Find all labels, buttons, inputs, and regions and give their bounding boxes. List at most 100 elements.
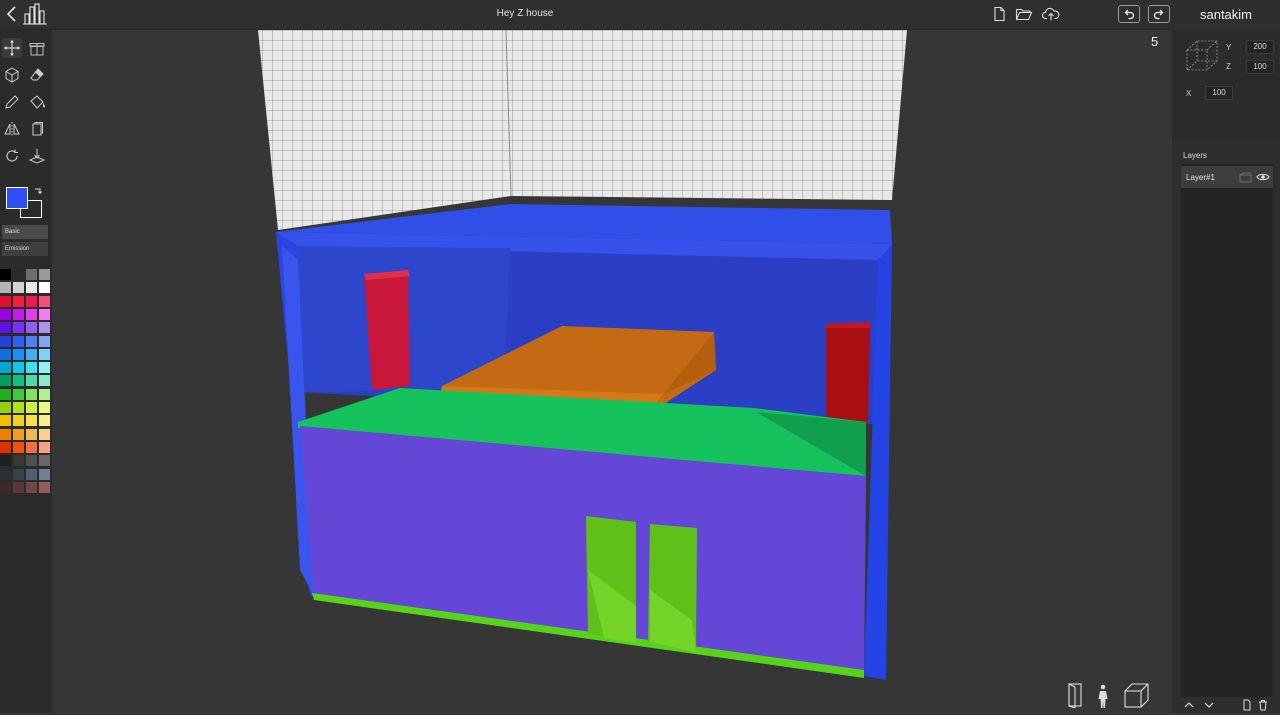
palette-swatch[interactable] — [39, 455, 50, 467]
add-cube-tool-button[interactable] — [2, 65, 22, 85]
palette-swatch[interactable] — [13, 348, 24, 360]
palette-swatch[interactable] — [0, 295, 11, 307]
palette-swatch[interactable] — [0, 481, 11, 493]
palette-swatch[interactable] — [0, 388, 11, 400]
palette-swatch[interactable] — [26, 308, 37, 320]
palette-swatch[interactable] — [0, 402, 11, 413]
palette-swatch[interactable] — [0, 362, 11, 374]
palette-swatch[interactable] — [39, 375, 50, 387]
redo-button[interactable] — [1148, 5, 1170, 23]
palette-swatch[interactable] — [26, 468, 37, 480]
layer-lock-icon[interactable] — [1239, 172, 1252, 183]
rotate-tool-button[interactable] — [2, 146, 22, 166]
username[interactable]: santakim — [1172, 7, 1280, 22]
delete-layer-icon[interactable] — [1257, 699, 1269, 711]
place-on-ground-tool-button[interactable] — [27, 146, 47, 166]
swap-colors-icon[interactable] — [33, 186, 43, 196]
folder-open-icon[interactable] — [1015, 6, 1033, 22]
palette-swatch[interactable] — [39, 415, 50, 427]
person-view-button[interactable] — [1095, 683, 1111, 714]
palette-swatch[interactable] — [26, 402, 37, 413]
palette-swatch[interactable] — [26, 415, 37, 427]
palette-swatch[interactable] — [0, 468, 11, 480]
new-layer-icon[interactable] — [1241, 699, 1253, 711]
palette-swatch[interactable] — [39, 362, 50, 374]
palette-swatch[interactable] — [13, 402, 24, 413]
palette-swatch[interactable] — [13, 415, 24, 427]
palette-swatch[interactable] — [39, 441, 50, 453]
palette-swatch[interactable] — [26, 362, 37, 374]
layer-item[interactable]: Layer#1 — [1181, 166, 1273, 188]
voxel-scene[interactable] — [52, 30, 1172, 713]
mirror-tool-button[interactable] — [2, 119, 22, 139]
palette-swatch[interactable] — [0, 348, 11, 360]
palette-swatch[interactable] — [26, 322, 37, 334]
material-emission-button[interactable]: Emission — [2, 242, 48, 256]
palette-swatch[interactable] — [26, 335, 37, 347]
palette-swatch[interactable] — [13, 362, 24, 374]
palette-swatch[interactable] — [13, 282, 24, 294]
palette-swatch[interactable] — [26, 348, 37, 360]
palette-swatch[interactable] — [13, 481, 24, 493]
palette-swatch[interactable] — [39, 269, 50, 280]
palette-swatch[interactable] — [13, 441, 24, 453]
pencil-tool-button[interactable] — [2, 92, 22, 112]
palette-swatch[interactable] — [0, 308, 11, 320]
palette-swatch[interactable] — [26, 441, 37, 453]
z-dimension-input[interactable] — [1246, 60, 1274, 74]
eraser-tool-button[interactable] — [27, 65, 47, 85]
palette-swatch[interactable] — [39, 348, 50, 360]
primary-color-swatch[interactable] — [6, 187, 28, 209]
palette-swatch[interactable] — [39, 428, 50, 440]
palette-swatch[interactable] — [39, 335, 50, 347]
copy-tool-button[interactable] — [27, 119, 47, 139]
palette-swatch[interactable] — [13, 388, 24, 400]
palette-swatch[interactable] — [39, 481, 50, 493]
palette-swatch[interactable] — [26, 375, 37, 387]
palette-swatch[interactable] — [0, 335, 11, 347]
y-dimension-input[interactable] — [1246, 40, 1274, 54]
layer-move-up-icon[interactable] — [1183, 699, 1195, 711]
palette-swatch[interactable] — [0, 322, 11, 334]
palette-swatch[interactable] — [26, 269, 37, 280]
palette-swatch[interactable] — [39, 322, 50, 334]
palette-swatch[interactable] — [26, 455, 37, 467]
door-view-button[interactable] — [1066, 682, 1084, 713]
palette-swatch[interactable] — [0, 441, 11, 453]
layer-move-down-icon[interactable] — [1203, 699, 1215, 711]
gift-tool-button[interactable] — [27, 38, 47, 58]
palette-swatch[interactable] — [13, 428, 24, 440]
palette-swatch[interactable] — [13, 335, 24, 347]
palette-swatch[interactable] — [13, 468, 24, 480]
palette-swatch[interactable] — [26, 295, 37, 307]
box-view-button[interactable] — [1121, 682, 1151, 715]
palette-swatch[interactable] — [39, 388, 50, 400]
palette-swatch[interactable] — [26, 282, 37, 294]
material-basic-button[interactable]: Basic — [2, 225, 48, 239]
palette-swatch[interactable] — [39, 282, 50, 294]
new-file-icon[interactable] — [990, 6, 1008, 22]
palette-swatch[interactable] — [13, 375, 24, 387]
palette-swatch[interactable] — [13, 455, 24, 467]
x-dimension-input[interactable] — [1205, 86, 1233, 100]
palette-swatch[interactable] — [0, 282, 11, 294]
palette-swatch[interactable] — [13, 295, 24, 307]
palette-swatch[interactable] — [26, 481, 37, 493]
palette-swatch[interactable] — [26, 428, 37, 440]
palette-swatch[interactable] — [39, 295, 50, 307]
undo-button[interactable] — [1118, 5, 1140, 23]
palette-swatch[interactable] — [0, 415, 11, 427]
palette-swatch[interactable] — [39, 468, 50, 480]
move-tool-button[interactable] — [2, 38, 22, 58]
cloud-upload-icon[interactable] — [1042, 6, 1060, 22]
palette-swatch[interactable] — [39, 402, 50, 413]
palette-swatch[interactable] — [0, 428, 11, 440]
palette-swatch[interactable] — [13, 269, 24, 280]
palette-swatch[interactable] — [26, 388, 37, 400]
eye-icon[interactable] — [1256, 172, 1270, 182]
palette-swatch[interactable] — [13, 322, 24, 334]
palette-swatch[interactable] — [39, 308, 50, 320]
3d-viewport[interactable] — [52, 30, 1172, 713]
palette-swatch[interactable] — [0, 375, 11, 387]
paint-bucket-tool-button[interactable] — [27, 92, 47, 112]
